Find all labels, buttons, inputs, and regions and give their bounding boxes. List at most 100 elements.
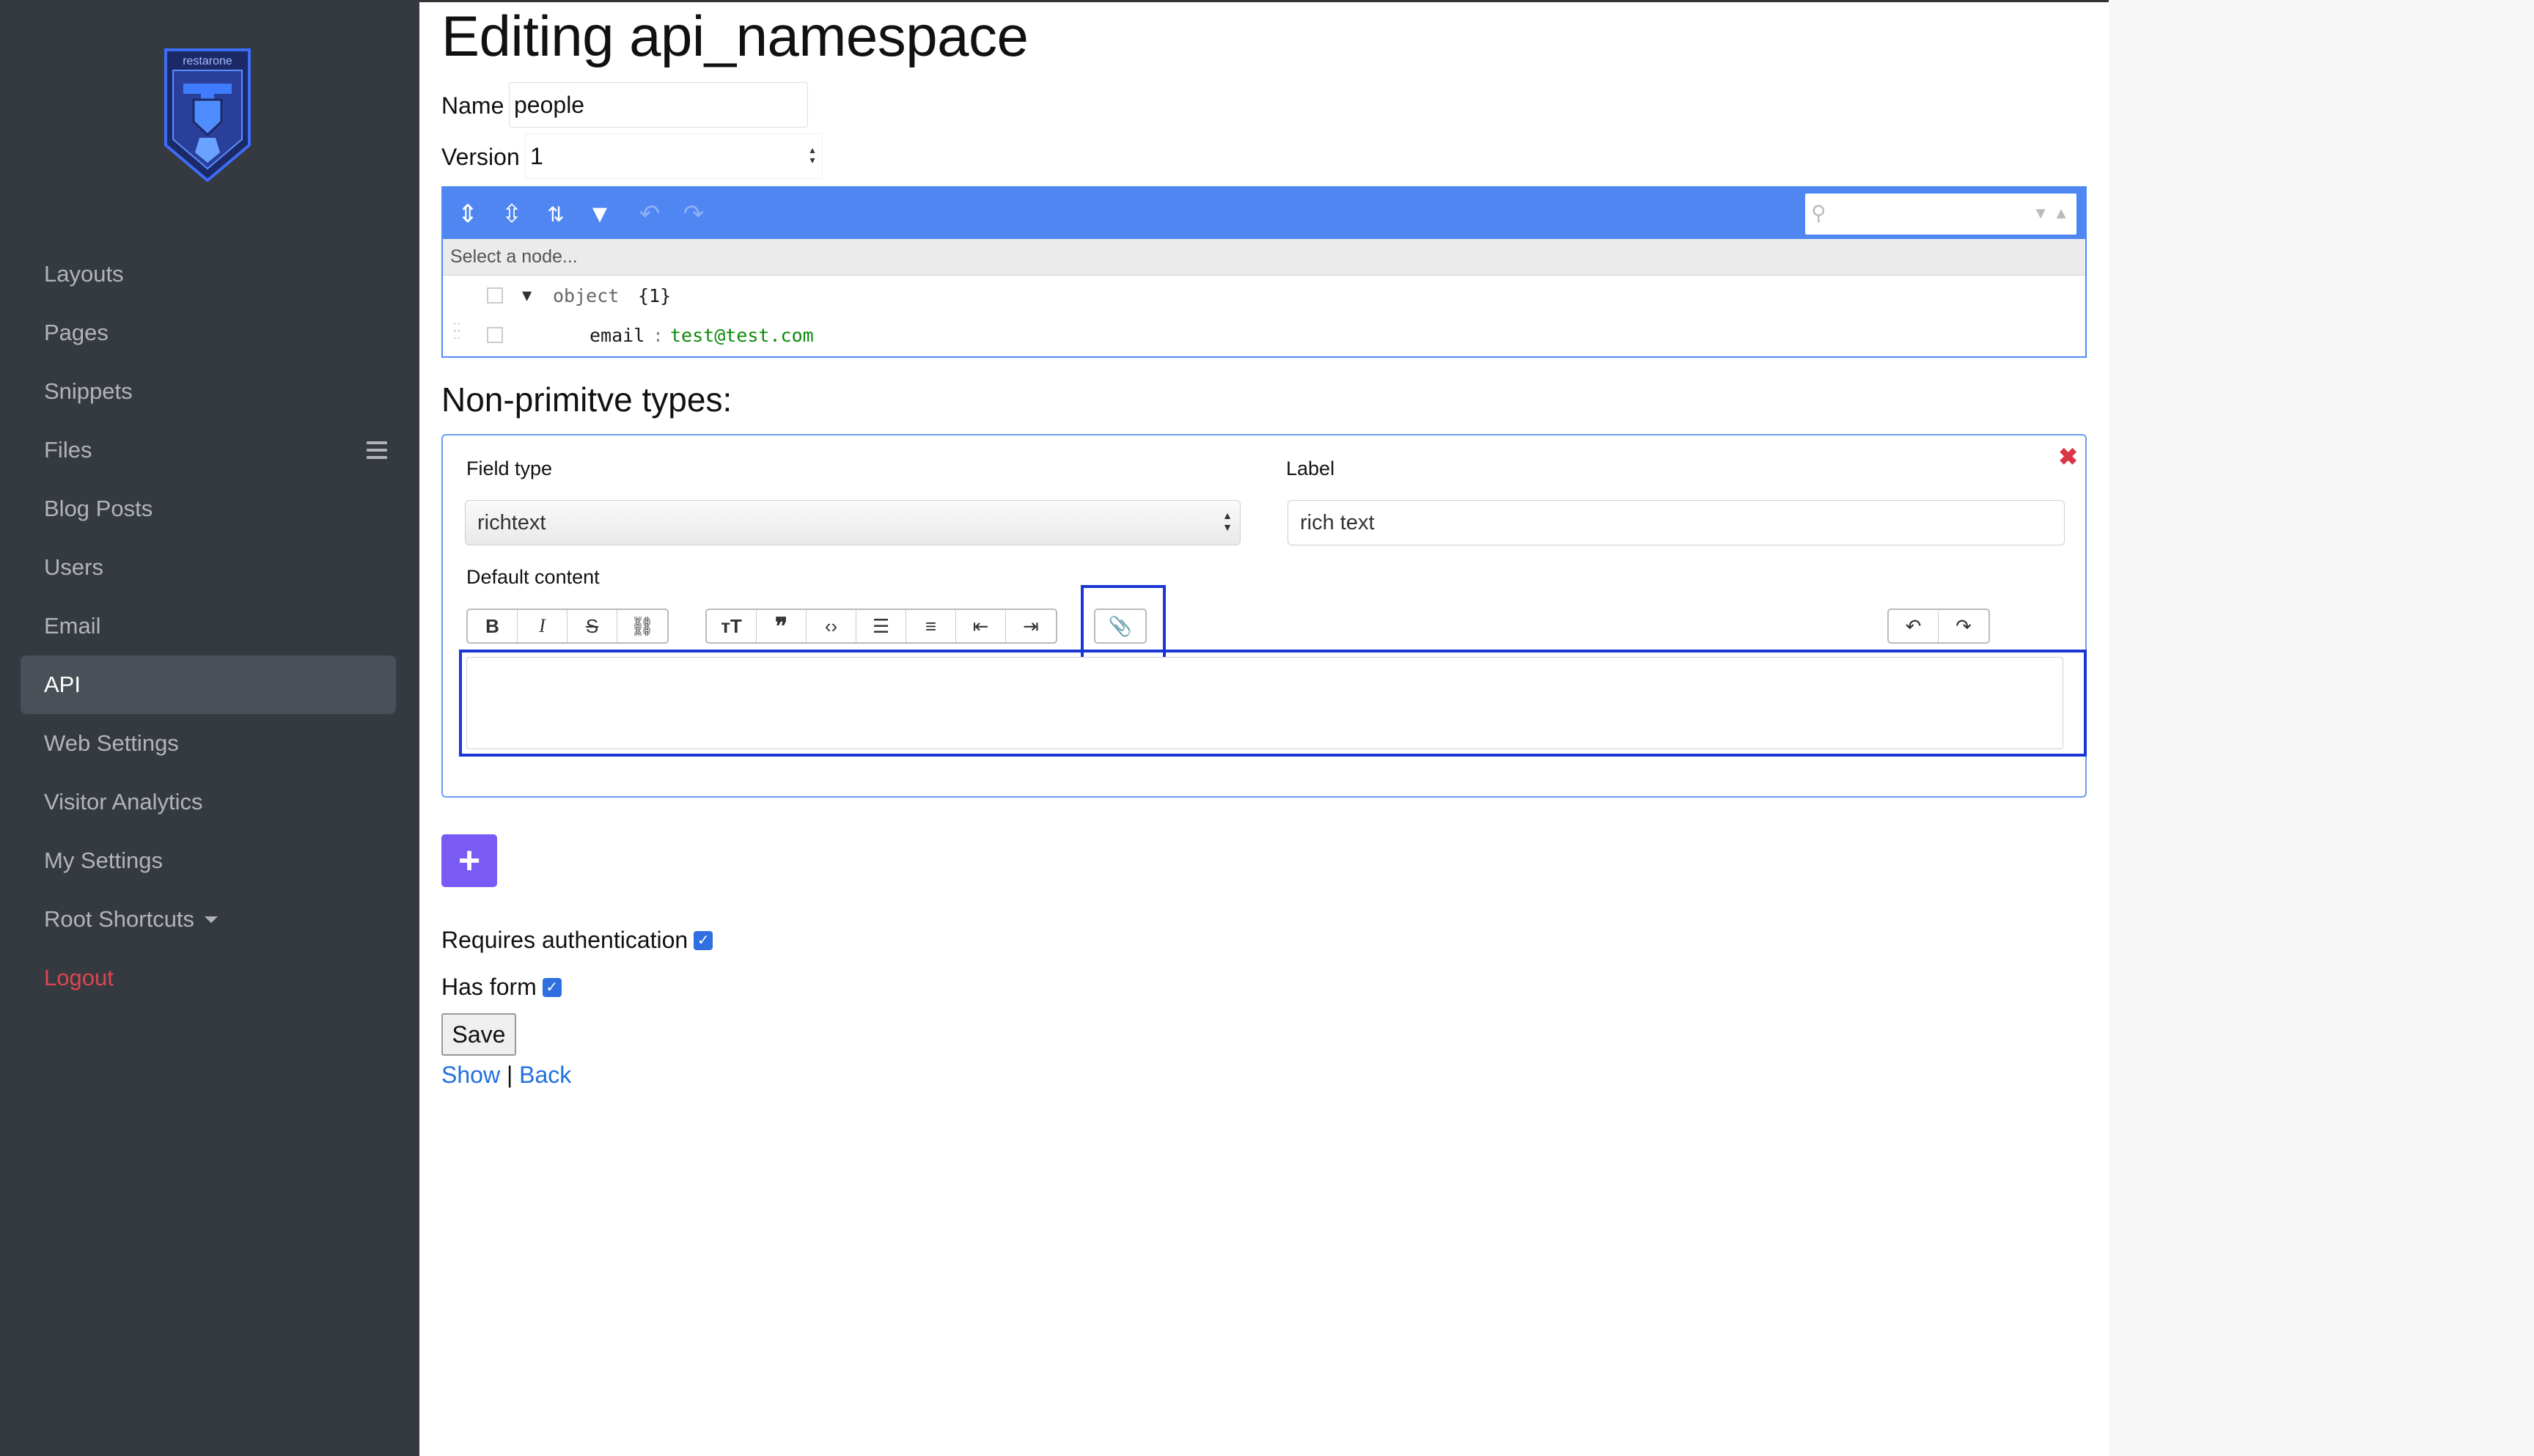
requires-auth-checkbox[interactable]: ✓ <box>694 930 713 950</box>
has-form-row: Has form ✓ <box>441 974 562 1001</box>
expand-all-icon[interactable]: ⇕ <box>453 199 482 229</box>
code-icon[interactable]: ‹› <box>807 610 856 642</box>
numbered-list-icon[interactable]: ≡ <box>906 610 956 642</box>
sidebar-item-logout[interactable]: Logout <box>21 949 396 1007</box>
sidebar-item-label: Logout <box>44 965 114 990</box>
json-field-row[interactable]: ⁚⁚ ⁚⁚ email : test@test.com <box>443 315 2085 355</box>
field-type-select[interactable]: richtext ▲ ▼ <box>465 500 1241 545</box>
sidebar-item-pages[interactable]: Pages <box>21 304 396 362</box>
sidebar-item-label: Snippets <box>44 378 133 404</box>
bullet-list-icon[interactable]: ☰ <box>856 610 906 642</box>
json-root-row[interactable]: ▼ object {1} <box>443 276 2085 315</box>
version-input[interactable]: 1 ▴ ▾ <box>525 133 823 179</box>
undo-icon[interactable]: ↶ <box>1889 610 1939 642</box>
sidebar-item-blog-posts[interactable]: Blog Posts <box>21 479 396 538</box>
field-type-value: richtext <box>477 510 546 534</box>
sidebar-item-root-shortcuts[interactable]: Root Shortcuts <box>21 890 396 949</box>
back-link[interactable]: Back <box>519 1062 571 1088</box>
default-content-label: Default content <box>466 566 600 588</box>
json-root-type: object <box>553 284 620 306</box>
outdent-icon[interactable]: ⇤ <box>956 610 1006 642</box>
link-separator: | <box>506 1062 513 1088</box>
sidebar: restarone Layouts Pages Snippets Files B… <box>0 0 419 1456</box>
redo-icon[interactable]: ↷ <box>679 199 708 229</box>
json-field-value[interactable]: test@test.com <box>670 325 814 346</box>
has-form-label: Has form <box>441 974 537 1000</box>
expand-toggle-icon[interactable]: ▼ <box>522 287 532 305</box>
sidebar-item-snippets[interactable]: Snippets <box>21 362 396 421</box>
collapse-all-icon[interactable]: ⇳ <box>497 199 526 229</box>
indent-icon[interactable]: ⇥ <box>1006 610 1056 642</box>
sidebar-item-label: Visitor Analytics <box>44 789 203 815</box>
sidebar-item-email[interactable]: Email <box>21 597 396 655</box>
non-primitive-title: Non-primitve types: <box>441 380 732 419</box>
sidebar-item-visitor-analytics[interactable]: Visitor Analytics <box>21 773 396 831</box>
block-format-toolbar: тT ❞ ‹› ☰ ≡ ⇤ ⇥ <box>705 608 1057 644</box>
page-title: Editing api_namespace <box>441 4 1029 68</box>
spinner-arrows-icon[interactable]: ▴ ▾ <box>807 144 818 169</box>
label-field-label: Label <box>1286 457 1335 479</box>
menu-icon[interactable] <box>367 441 387 459</box>
sidebar-item-label: Root Shortcuts <box>44 906 195 932</box>
logo-text: restarone <box>183 55 232 67</box>
name-input[interactable]: people <box>509 82 808 128</box>
row-select-checkbox[interactable] <box>487 287 503 304</box>
sidebar-item-label: My Settings <box>44 848 163 873</box>
right-gutter <box>2109 0 2534 1456</box>
drag-handle-icon[interactable]: ⁚⁚ ⁚⁚ <box>453 322 463 346</box>
save-button[interactable]: Save <box>441 1013 516 1056</box>
heading-icon[interactable]: тT <box>707 610 757 642</box>
text-format-toolbar: B I S ⛓ <box>466 608 669 644</box>
json-field-separator: : <box>653 324 664 346</box>
sidebar-item-label: Blog Posts <box>44 496 153 521</box>
search-icon: ⚲ <box>1811 202 1826 224</box>
sidebar-item-label: Files <box>44 437 92 463</box>
sidebar-item-web-settings[interactable]: Web Settings <box>21 714 396 773</box>
redo-icon[interactable]: ↷ <box>1939 610 1988 642</box>
show-link[interactable]: Show <box>441 1062 500 1088</box>
restarone-logo[interactable]: restarone <box>158 43 257 183</box>
sidebar-item-api[interactable]: API <box>21 655 396 714</box>
non-primitive-field-card: ✖ Field type richtext ▲ ▼ Label rich text… <box>441 434 2087 798</box>
row-select-checkbox[interactable] <box>487 327 503 343</box>
quote-icon[interactable]: ❞ <box>757 610 807 642</box>
name-label: Name <box>441 92 504 119</box>
italic-icon[interactable]: I <box>518 610 568 642</box>
sidebar-item-label: Web Settings <box>44 730 179 756</box>
undo-icon[interactable]: ↶ <box>635 199 664 229</box>
search-next-icon[interactable]: ▼ <box>2032 204 2049 223</box>
sidebar-item-layouts[interactable]: Layouts <box>21 245 396 304</box>
editor-highlight-box <box>459 650 2087 757</box>
bold-icon[interactable]: B <box>468 610 518 642</box>
search-prev-icon[interactable]: ▲ <box>2053 204 2069 223</box>
select-arrows-icon: ▲ ▼ <box>1222 510 1233 533</box>
add-field-button[interactable]: + <box>441 834 497 887</box>
sidebar-item-label: Email <box>44 613 101 639</box>
json-root-count: {1} <box>638 284 672 306</box>
sidebar-item-label: Pages <box>44 320 109 345</box>
close-icon[interactable]: ✖ <box>2058 443 2078 471</box>
json-navbar[interactable]: Select a node... <box>443 239 2085 276</box>
sidebar-item-users[interactable]: Users <box>21 538 396 597</box>
strikethrough-icon[interactable]: S <box>568 610 617 642</box>
field-type-label: Field type <box>466 457 553 479</box>
json-search-input[interactable]: ⚲ ▼ ▲ <box>1805 194 2076 235</box>
plus-icon: + <box>458 839 481 882</box>
link-icon[interactable]: ⛓ <box>617 610 667 642</box>
sidebar-item-label: Users <box>44 554 103 580</box>
label-input[interactable]: rich text <box>1288 500 2065 545</box>
sidebar-item-files[interactable]: Files <box>21 421 396 479</box>
sidebar-item-my-settings[interactable]: My Settings <box>21 831 396 890</box>
json-editor-menu: ⇕ ⇳ ⇅ ▼ ↶ ↷ ⚲ ▼ ▲ <box>443 188 2085 239</box>
sidebar-item-label: API <box>44 672 81 697</box>
name-value: people <box>514 91 585 118</box>
sort-icon[interactable]: ⇅ <box>541 199 570 229</box>
filter-icon[interactable]: ▼ <box>585 199 614 229</box>
requires-auth-label: Requires authentication <box>441 927 688 953</box>
json-editor: ⇕ ⇳ ⇅ ▼ ↶ ↷ ⚲ ▼ ▲ Select a node... ▼ obj… <box>441 186 2087 358</box>
history-toolbar: ↶ ↷ <box>1887 608 1990 644</box>
caret-down-icon <box>205 916 218 923</box>
json-field-key[interactable]: email <box>590 325 644 346</box>
has-form-checkbox[interactable]: ✓ <box>542 977 562 997</box>
sidebar-item-label: Layouts <box>44 261 124 287</box>
